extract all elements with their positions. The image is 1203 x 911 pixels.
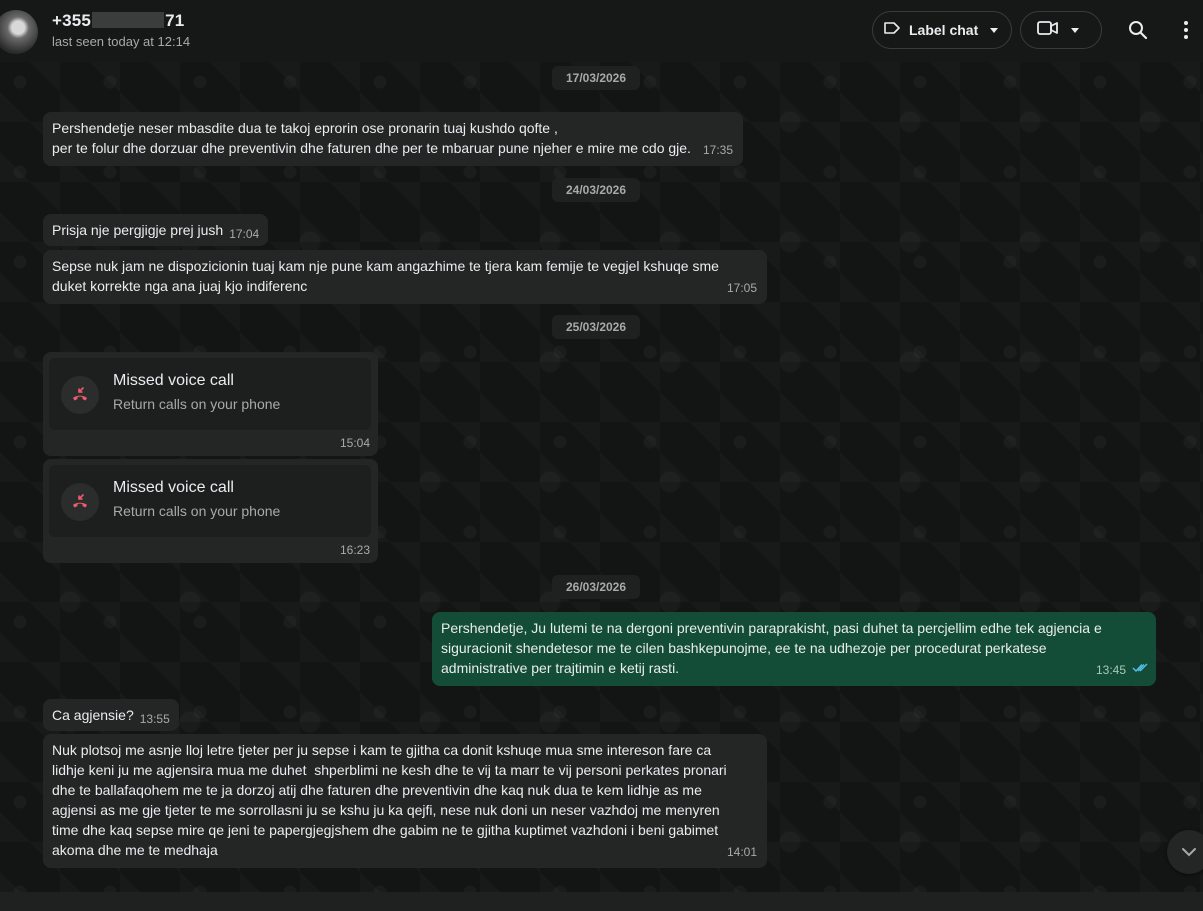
missed-call-message[interactable]: Missed voice call Return calls on your p…: [43, 352, 378, 456]
double-check-read-icon: [1132, 658, 1148, 678]
message-time: 16:23: [339, 543, 370, 557]
label-chat-button[interactable]: Label chat: [872, 11, 1012, 49]
message-text: Pershendetje neser mbasdite dua te takoj…: [52, 120, 691, 156]
chat-header: +355 71 last seen today at 12:14 Label ch…: [0, 0, 1203, 62]
whatsapp-chat-window: +355 71 last seen today at 12:14 Label ch…: [0, 0, 1203, 911]
message-time: 17:04: [229, 227, 260, 241]
message-time: 17:05: [726, 281, 757, 295]
scroll-to-bottom-button[interactable]: [1167, 830, 1203, 874]
message-text: Ca agjensie?: [52, 707, 134, 723]
contact-name[interactable]: +355 71: [52, 11, 184, 31]
missed-call-message[interactable]: Missed voice call Return calls on your p…: [43, 459, 378, 563]
search-icon: [1129, 21, 1148, 40]
date-separator: 26/03/2026: [552, 575, 640, 599]
message-time: 14:01: [726, 845, 757, 859]
date-separator: 24/03/2026: [552, 178, 640, 202]
message-incoming[interactable]: Sepse nuk jam ne dispozicionin tuaj kam …: [43, 250, 767, 304]
message-text: Sepse nuk jam ne dispozicionin tuaj kam …: [52, 258, 719, 294]
last-seen-status: last seen today at 12:14: [52, 34, 191, 49]
missed-call-card[interactable]: Missed voice call Return calls on your p…: [49, 465, 371, 537]
message-incoming[interactable]: Pershendetje neser mbasdite dua te takoj…: [43, 112, 743, 166]
call-subtitle: Return calls on your phone: [113, 503, 281, 519]
label-chat-text: Label chat: [909, 22, 979, 38]
contact-name-suffix: 71: [165, 11, 185, 30]
message-text: Nuk plotsoj me asnje lloj letre tjeter p…: [52, 742, 727, 858]
call-title: Missed voice call: [113, 372, 234, 389]
date-separator: 25/03/2026: [552, 315, 640, 339]
message-outgoing[interactable]: Pershendetje, Ju lutemi te na dergoni pr…: [432, 612, 1156, 686]
call-title: Missed voice call: [113, 479, 234, 496]
contact-name-prefix: +355: [52, 11, 92, 30]
contact-avatar[interactable]: [0, 10, 38, 54]
date-separator: 17/03/2026: [552, 66, 640, 90]
call-subtitle: Return calls on your phone: [113, 396, 281, 412]
message-text: Pershendetje, Ju lutemi te na dergoni pr…: [441, 620, 1102, 676]
message-time: 15:04: [339, 436, 370, 450]
video-call-button[interactable]: [1020, 11, 1102, 49]
missed-call-icon: [61, 376, 99, 414]
menu-button[interactable]: [1170, 14, 1202, 46]
missed-call-icon: [61, 483, 99, 521]
chevron-down-icon: [1182, 848, 1196, 857]
search-button[interactable]: [1122, 14, 1154, 46]
message-text: Prisja nje pergjigje prej jush: [52, 222, 224, 238]
message-list[interactable]: 17/03/2026 Pershendetje neser mbasdite d…: [0, 62, 1203, 892]
label-tag-icon: [883, 21, 901, 40]
message-time: 13:45: [1095, 663, 1126, 677]
compose-bar: [0, 892, 1203, 911]
chevron-down-icon: [1071, 27, 1079, 33]
message-time: 17:35: [702, 143, 733, 157]
missed-call-card[interactable]: Missed voice call Return calls on your p…: [49, 358, 371, 430]
message-incoming[interactable]: Nuk plotsoj me asnje lloj letre tjeter p…: [43, 734, 767, 868]
chevron-down-icon: [990, 27, 999, 33]
message-incoming[interactable]: Ca agjensie? 13:55: [43, 699, 179, 731]
more-vertical-icon: [1184, 21, 1188, 39]
redaction-block: [92, 12, 165, 28]
message-time: 13:55: [139, 712, 170, 726]
video-camera-icon: [1037, 20, 1059, 41]
message-incoming[interactable]: Prisja nje pergjigje prej jush 17:04: [43, 214, 269, 246]
